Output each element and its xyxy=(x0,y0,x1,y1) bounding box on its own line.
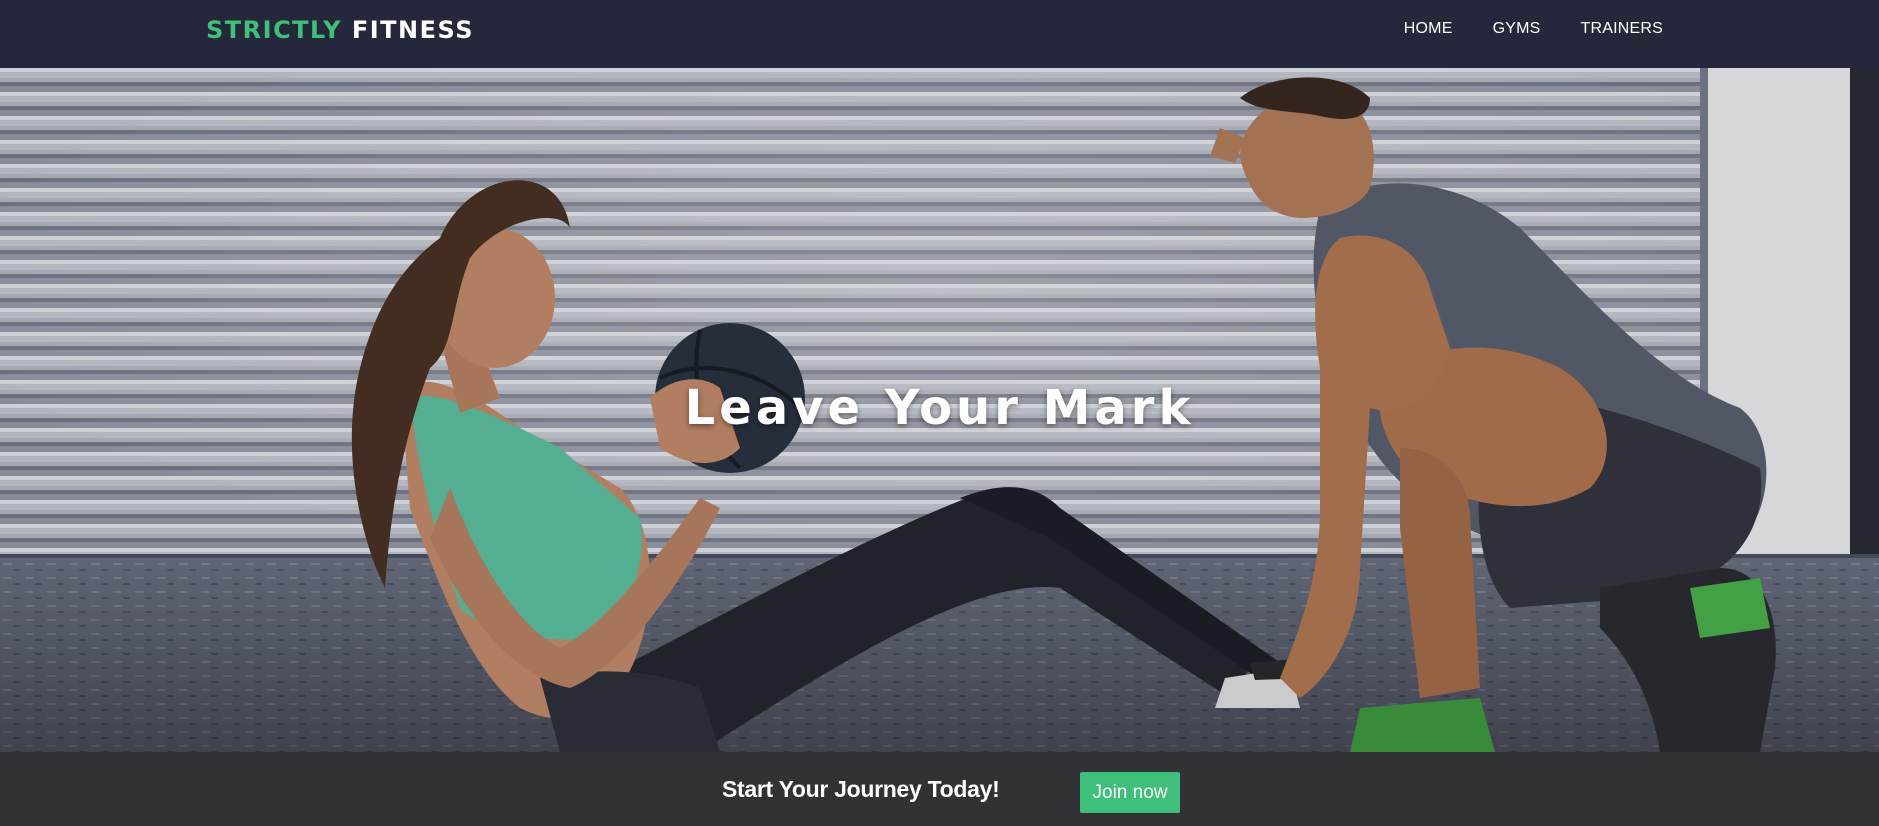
join-now-button[interactable]: Join now xyxy=(1080,772,1180,813)
hero-title: Leave Your Mark xyxy=(684,380,1195,436)
hero-section: Leave Your Mark xyxy=(0,68,1879,752)
brand-logo-part2: FITNESS xyxy=(351,16,475,44)
cta-text: Start Your Journey Today! xyxy=(722,776,1000,802)
brand-logo-part1: STRICTLY xyxy=(206,16,342,44)
cta-bar: Start Your Journey Today! Join now xyxy=(0,752,1879,826)
nav-link-home[interactable]: HOME xyxy=(1404,19,1453,39)
nav-link-gyms[interactable]: GYMS xyxy=(1493,19,1541,39)
navbar: STRICTLY FITNESS HOME GYMS TRAINERS xyxy=(0,0,1879,68)
brand-logo[interactable]: STRICTLY FITNESS xyxy=(206,15,474,45)
nav-menu: HOME GYMS TRAINERS xyxy=(1404,19,1663,39)
nav-link-trainers[interactable]: TRAINERS xyxy=(1581,19,1664,39)
